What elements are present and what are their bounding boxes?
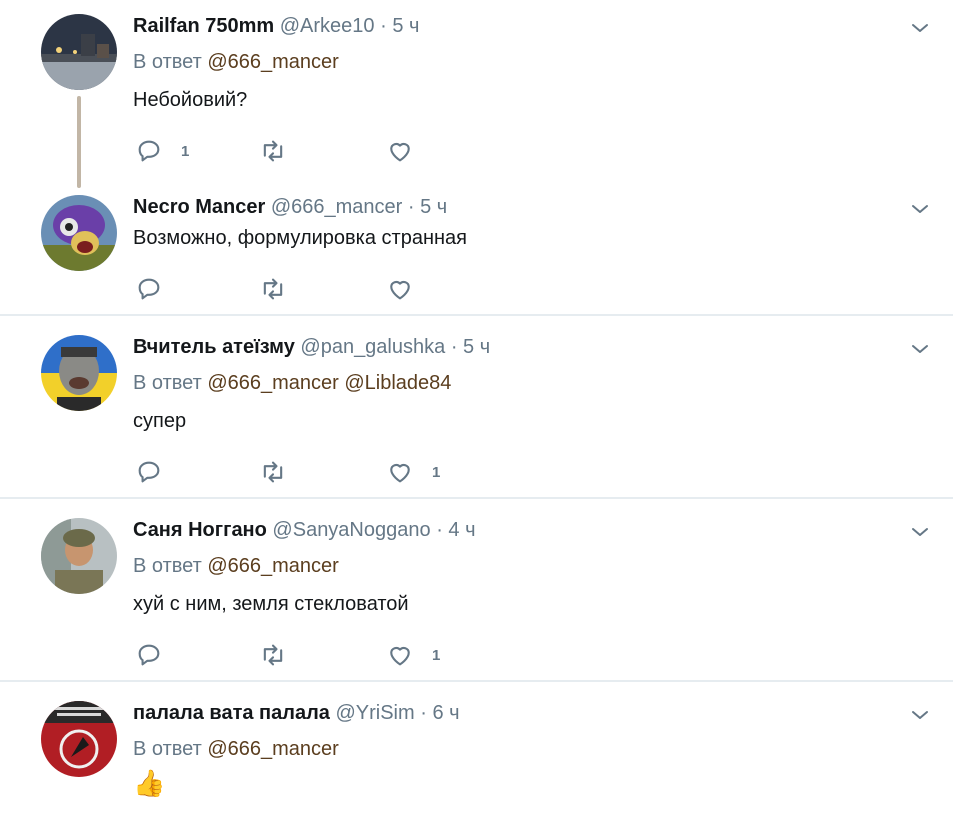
chevron-down-icon[interactable] <box>908 703 932 727</box>
separator: · <box>380 15 387 37</box>
reply-icon <box>138 278 160 300</box>
author-name[interactable]: Вчитель атеїзму <box>133 336 295 358</box>
retweet-icon <box>263 278 283 300</box>
author-name[interactable]: Railfan 750mm <box>133 15 274 37</box>
avatar[interactable] <box>41 195 117 271</box>
thumbs-up-emoji: 👍 <box>133 768 166 798</box>
reply-button[interactable] <box>135 640 163 670</box>
tweet-actions <box>133 274 493 304</box>
like-button[interactable]: 1 <box>386 640 440 670</box>
author-name[interactable]: палала вата палала <box>133 702 330 724</box>
reply-to-line: В ответ @666_mancer <box>133 553 339 579</box>
chevron-down-icon[interactable] <box>908 337 932 361</box>
chevron-down-icon[interactable] <box>908 197 932 221</box>
retweet-button[interactable] <box>259 640 287 670</box>
separator: · <box>407 196 415 218</box>
mention-link[interactable]: @666_mancer <box>207 51 338 73</box>
retweet-button[interactable] <box>259 274 287 304</box>
chevron-down-icon[interactable] <box>908 520 932 544</box>
author-handle[interactable]: @666_mancer <box>271 196 402 218</box>
mention-link[interactable]: @666_mancer <box>207 372 338 394</box>
timestamp[interactable]: 6 ч <box>432 702 459 724</box>
reply-icon <box>138 461 160 483</box>
tweet-actions: 1 <box>133 136 493 166</box>
author-handle[interactable]: @Arkee10 <box>280 15 375 37</box>
tweet-text: Небойовий? <box>133 89 248 111</box>
timestamp[interactable]: 5 ч <box>463 336 490 358</box>
reply-to-label: В ответ <box>133 51 202 73</box>
timestamp[interactable]: 5 ч <box>420 196 447 218</box>
tweet-text: хуй с ним, земля стекловатой <box>133 593 409 615</box>
author-handle[interactable]: @YriSim <box>335 702 414 724</box>
retweet-icon <box>263 140 283 162</box>
tweet-text: супер <box>133 410 187 432</box>
author-name[interactable]: Necro Mancer <box>133 196 265 218</box>
avatar[interactable] <box>41 14 117 90</box>
mention-link[interactable]: @666_mancer <box>207 555 338 577</box>
retweet-icon <box>263 644 283 666</box>
reply-button[interactable] <box>135 457 163 487</box>
reply-to-label: В ответ <box>133 555 202 577</box>
separator: · <box>450 336 458 358</box>
reply-to-line: В ответ @666_mancer <box>133 736 339 762</box>
reply-icon <box>138 140 160 162</box>
retweet-button[interactable] <box>259 457 287 487</box>
tweet-actions: 1 <box>133 457 493 487</box>
author-name[interactable]: Саня Ноггано <box>133 519 267 541</box>
reply-count: 1 <box>181 142 190 160</box>
author-handle[interactable]: @pan_galushka <box>300 336 445 358</box>
separator: · <box>420 702 427 724</box>
timestamp[interactable]: 4 ч <box>448 519 475 541</box>
chevron-down-icon[interactable] <box>908 16 932 40</box>
tweet-actions: 1 <box>133 640 493 670</box>
like-button[interactable]: 1 <box>386 457 440 487</box>
retweet-button[interactable] <box>259 136 287 166</box>
reply-button[interactable] <box>135 274 163 304</box>
reply-to-line: В ответ @666_mancer <box>133 49 339 75</box>
divider <box>0 497 953 499</box>
like-count: 1 <box>432 463 441 481</box>
thread-connector <box>77 96 81 188</box>
reply-to-label: В ответ <box>133 372 202 394</box>
tweet-text: Возможно, формулировка странная <box>133 227 467 249</box>
like-count: 1 <box>432 646 441 664</box>
divider <box>0 314 953 316</box>
like-button[interactable] <box>386 274 414 304</box>
reply-icon <box>138 644 160 666</box>
mention-link[interactable]: @666_mancer <box>207 738 338 760</box>
retweet-icon <box>263 461 283 483</box>
mention-link[interactable]: @Liblade84 <box>344 372 451 394</box>
heart-icon <box>390 280 410 300</box>
reply-to-line: В ответ @666_mancer @Liblade84 <box>133 370 451 396</box>
reply-button[interactable]: 1 <box>135 136 189 166</box>
timestamp[interactable]: 5 ч <box>392 15 419 37</box>
divider <box>0 680 953 682</box>
avatar[interactable] <box>41 335 117 411</box>
avatar[interactable] <box>41 518 117 594</box>
author-handle[interactable]: @SanyaNoggano <box>272 519 430 541</box>
separator: · <box>436 519 443 541</box>
heart-icon <box>390 646 410 666</box>
heart-icon <box>390 463 410 483</box>
like-button[interactable] <box>386 136 414 166</box>
heart-icon <box>390 142 410 162</box>
reply-to-label: В ответ <box>133 738 202 760</box>
avatar[interactable] <box>41 701 117 777</box>
